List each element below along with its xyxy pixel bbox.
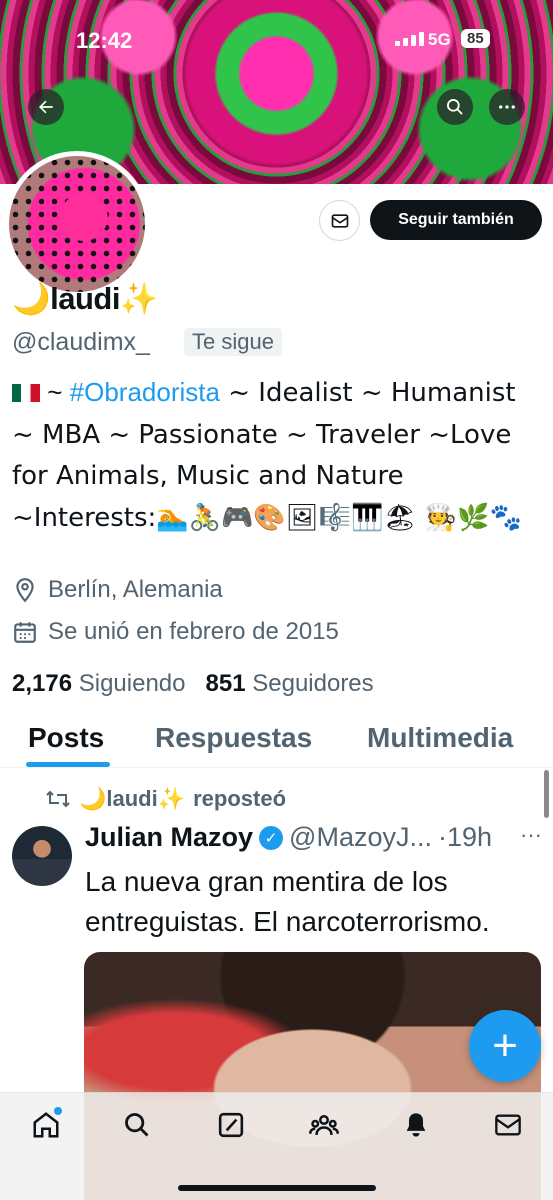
network-type: 5G: [428, 30, 451, 49]
repost-label: reposteó: [193, 786, 287, 811]
follow-back-button[interactable]: Seguir también: [370, 200, 542, 240]
back-button[interactable]: [28, 89, 64, 125]
verified-badge-icon: ✓: [259, 825, 284, 850]
tab-posts[interactable]: Posts: [28, 722, 104, 754]
status-bar: 12:42 5G 85: [0, 0, 553, 80]
post-author-avatar[interactable]: [12, 826, 72, 886]
nav-communities[interactable]: [308, 1109, 340, 1141]
search-icon: [125, 1113, 149, 1137]
nav-notifications[interactable]: [400, 1109, 432, 1141]
bottom-nav: [0, 1092, 553, 1200]
followers-label: Seguidores: [252, 670, 374, 697]
search-icon: [447, 99, 463, 115]
post-author-name[interactable]: Julian Mazoy: [85, 822, 253, 853]
post-more-button[interactable]: ···: [520, 822, 542, 848]
followers-count: 851: [205, 670, 246, 697]
joined-row: Se unió en febrero de 2015: [12, 618, 339, 646]
nav-messages[interactable]: [492, 1109, 524, 1141]
repost-user: 🌙laudi✨: [79, 786, 186, 811]
follows-you-badge: Te sigue: [184, 328, 282, 356]
home-notification-dot: [54, 1107, 62, 1115]
follow-stats: 2,176 Siguiendo 851 Seguidores: [12, 670, 374, 698]
post-author-handle[interactable]: @MazoyJ...: [289, 822, 432, 853]
following-count: 2,176: [12, 670, 73, 697]
message-button[interactable]: [319, 200, 360, 241]
profile-avatar[interactable]: [4, 151, 150, 297]
bio-prefix: ~: [47, 377, 70, 407]
location-text: Berlín, Alemania: [48, 576, 223, 603]
tab-media[interactable]: Multimedia: [367, 722, 513, 754]
repost-indicator[interactable]: 🌙laudi✨ reposteó: [45, 786, 286, 812]
post-text: La nueva gran mentira de los entreguista…: [85, 866, 490, 937]
home-indicator[interactable]: [178, 1185, 376, 1191]
arrow-left-icon: [39, 100, 53, 114]
user-handle: @claudimx_: [12, 328, 150, 356]
mail-icon: [331, 213, 348, 228]
grok-icon: [218, 1112, 244, 1138]
bio-hashtag-link[interactable]: #Obradorista: [70, 377, 220, 407]
profile-bio: ~ #Obradorista ~ Idealist ~ Humanist ~ M…: [12, 372, 542, 538]
nav-search[interactable]: [121, 1109, 153, 1141]
messages-icon: [495, 1114, 521, 1136]
mexico-flag-icon: [12, 384, 40, 402]
nav-home[interactable]: [30, 1107, 62, 1141]
more-button[interactable]: [489, 89, 525, 125]
status-time: 12:42: [76, 28, 133, 53]
post-time: ·19h: [437, 822, 493, 852]
active-tab-indicator: [26, 762, 110, 767]
followers-link[interactable]: 851 Seguidores: [206, 670, 374, 697]
signal-icon: [395, 32, 424, 46]
scrollbar[interactable]: [544, 770, 549, 818]
joined-text: Se unió en febrero de 2015: [48, 618, 339, 645]
search-button[interactable]: [437, 89, 473, 125]
post-header: Julian Mazoy ✓ @MazoyJ... ·19h: [85, 822, 492, 853]
following-label: Siguiendo: [78, 670, 186, 697]
nav-grok[interactable]: [215, 1109, 247, 1141]
battery-level: 85: [461, 29, 490, 48]
repost-icon: [46, 790, 70, 808]
notifications-icon: [406, 1113, 426, 1137]
following-link[interactable]: 2,176 Siguiendo: [12, 670, 186, 697]
location-pin-icon: [16, 578, 34, 603]
calendar-icon: [14, 622, 36, 643]
profile-tabs: Posts Respuestas Multimedia: [0, 712, 553, 768]
display-name: 🌙laudi✨: [12, 281, 159, 316]
compose-button[interactable]: +: [469, 1010, 541, 1082]
communities-icon: [309, 1115, 339, 1136]
location-row: Berlín, Alemania: [12, 576, 223, 604]
tab-replies[interactable]: Respuestas: [155, 722, 312, 754]
more-icon: [499, 105, 515, 109]
